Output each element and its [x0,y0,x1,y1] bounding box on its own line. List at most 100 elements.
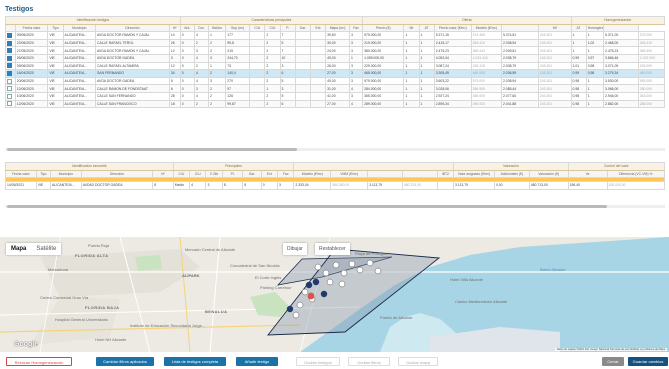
column-header[interactable]: P. [279,23,296,33]
row-checkbox[interactable] [7,40,12,46]
column-header[interactable]: C/U [264,23,281,33]
row-checkbox[interactable] [7,48,12,54]
scrollbar-thumb[interactable] [7,205,607,208]
close-button[interactable]: Cerrar [602,357,624,366]
column-header[interactable]: Baños [207,23,227,33]
subject-column-header[interactable] [401,169,438,179]
witness-row[interactable]: 16/04/2020 VIE ALICANTE/A... SAN FERNANDO 34… [5,69,666,78]
full-witness-list-button[interactable]: Lista de testigos completa [164,357,226,366]
column-header[interactable]: Ext [309,23,327,33]
subject-cell: 0,00 [493,181,530,190]
hide-filters-button[interactable]: Ocultar filtros [348,357,390,366]
column-header[interactable]: Fac [348,23,364,33]
add-witness-button[interactable]: Añadir testigo [236,357,278,366]
table-horizontal-scrollbar[interactable] [5,148,665,151]
row-checkbox[interactable] [7,32,12,38]
table-cell: SAN FERNANDO [95,69,170,78]
column-header[interactable] [5,23,16,33]
row-checkbox[interactable] [7,101,12,107]
row-checkbox[interactable] [7,93,12,99]
column-header[interactable]: Dor. [193,23,209,33]
column-header[interactable]: Gar. [294,23,311,33]
subject-column-header[interactable]: Valor asignado (€/m²) [453,169,495,179]
reset-map-button[interactable]: Restablecer [315,243,350,255]
map-label: Hotel NH Alicante [95,337,127,342]
map-type-control[interactable]: Mapa Satélite [6,243,62,255]
reset-homogenization-button[interactable]: Reiniciar Homogeneización [6,357,72,366]
column-header[interactable]: AT [570,23,587,33]
column-header[interactable] [603,23,639,33]
save-changes-button[interactable]: Guardar cambios [628,357,668,366]
scrollbar-thumb[interactable] [7,148,297,151]
subject-column-header[interactable]: Ext [260,169,279,179]
witness-row[interactable]: 22/06/2020 VIE ALICANTE/A... CALLE RAFAEL T… [5,38,666,48]
subject-column-header[interactable]: Adicionales (€) [493,169,530,179]
subject-column-header[interactable]: Gar. [242,169,262,179]
map-tab-map[interactable]: Mapa [6,243,31,255]
table-cell: 99,8 [225,38,251,48]
table-cell [294,46,311,55]
column-header[interactable]: Mapa (m²) [325,23,350,33]
column-header[interactable]: C/U [249,23,266,33]
row-checkbox[interactable] [7,63,12,69]
column-header[interactable]: Precio valor (€/m²) [433,23,472,33]
column-header[interactable]: Precio (€) [362,23,405,33]
witness-row[interactable]: 26/06/2020 VIE ALICANTE/A... AVDA DOCTOR GA… [5,53,666,63]
subject-column-header[interactable]: Fecha valor [5,169,37,179]
witness-row[interactable]: 12/06/2020 VIE ALICANTE/A... CALLE RAMON DE… [5,84,666,93]
column-header[interactable]: Fecha valor [14,23,49,33]
column-header[interactable]: Ant. [179,23,195,33]
witness-row[interactable]: 10/06/2020 VIE ALICANTE/A... CALLE SAN FERN… [5,91,666,101]
subject-column-header[interactable]: Fac [277,169,295,179]
column-header[interactable]: Municipio [62,23,97,33]
subject-cell: 480.703,00 [401,181,438,190]
column-header[interactable]: Dirección [95,23,170,33]
subject-column-header[interactable]: Dirección [80,169,154,179]
witness-row[interactable]: 27/05/2020 VIE ALICANTE/A... AVDA DOCTOR RA… [5,46,666,55]
subject-column-header[interactable] [367,169,403,179]
column-header[interactable] [500,23,539,33]
column-header[interactable]: Nº [168,23,181,33]
column-header[interactable]: Homogeneizado (€/m²) [585,23,605,33]
subject-column-header[interactable]: Ve [567,169,608,179]
map-panel[interactable]: Mapa Satélite Dibujar Restablecer Puerta… [0,237,669,352]
column-header[interactable]: Modelo (€/m²) [470,23,502,33]
table-cell: 215 [225,46,251,55]
subject-column-header[interactable]: C/U [189,169,207,179]
subject-column-header[interactable]: Tipo [35,169,52,179]
map-attribution[interactable]: Datos de mapas ©2021 Inst. Geogr. Nacion… [554,348,667,351]
subject-column-header[interactable]: Valoración (€) [528,169,569,179]
subject-column-header[interactable]: Nº [152,169,174,179]
subject-column-header[interactable]: VMM (€/m²) [330,169,369,179]
subject-column-header[interactable]: Pl. [221,169,244,179]
subject-column-header[interactable]: IBT2 [436,169,455,179]
table-cell [309,69,327,78]
row-checkbox[interactable] [7,86,12,92]
witness-row[interactable]: 12/06/2020 VIE ALICANTE/A... CALLE SAN FRAN… [5,99,666,109]
row-checkbox[interactable] [7,70,12,76]
subject-cell: 3 [205,181,223,190]
column-header[interactable]: Mf [537,23,572,33]
table-cell: 1 [403,31,420,40]
subject-horizontal-scrollbar[interactable] [5,205,665,208]
row-checkbox[interactable] [7,78,12,84]
column-header[interactable]: Sup (m²) [225,23,251,33]
map-tab-satellite[interactable]: Satélite [31,243,61,255]
subject-column-header[interactable]: C.Sitr [205,169,223,179]
witness-row[interactable]: 09/06/2020 VIE ALICANTE/A... CALLE RAFAEL A… [5,61,666,71]
subject-column-header[interactable]: Modelo (€/m²) [293,169,332,179]
witness-row[interactable]: 09/06/2020 VIE ALICANTE/A... AVDA DOCTOR RA… [5,31,666,40]
hide-map-button[interactable]: Ocultar mapa [398,357,438,366]
subject-column-header[interactable]: Municipio [50,169,82,179]
subject-column-header[interactable]: C/U [172,169,191,179]
witness-row[interactable]: 20/06/2020 VIE ALICANTE/A... AVDA DOCTOR GA… [5,76,666,86]
draw-button[interactable]: Dibujar [283,243,307,255]
change-filters-button[interactable]: Cambiar filtros aplicados [96,357,154,366]
column-header[interactable]: Tipo [47,23,64,33]
column-header[interactable]: Mt [403,23,420,33]
subject-column-header[interactable]: Diferencia (VC-VM) % [606,169,666,179]
hide-witnesses-button[interactable]: Ocultar testigos [296,357,340,366]
row-checkbox[interactable] [7,55,12,61]
table-cell: 243.301 [537,53,572,63]
column-header[interactable]: AT [418,23,435,33]
